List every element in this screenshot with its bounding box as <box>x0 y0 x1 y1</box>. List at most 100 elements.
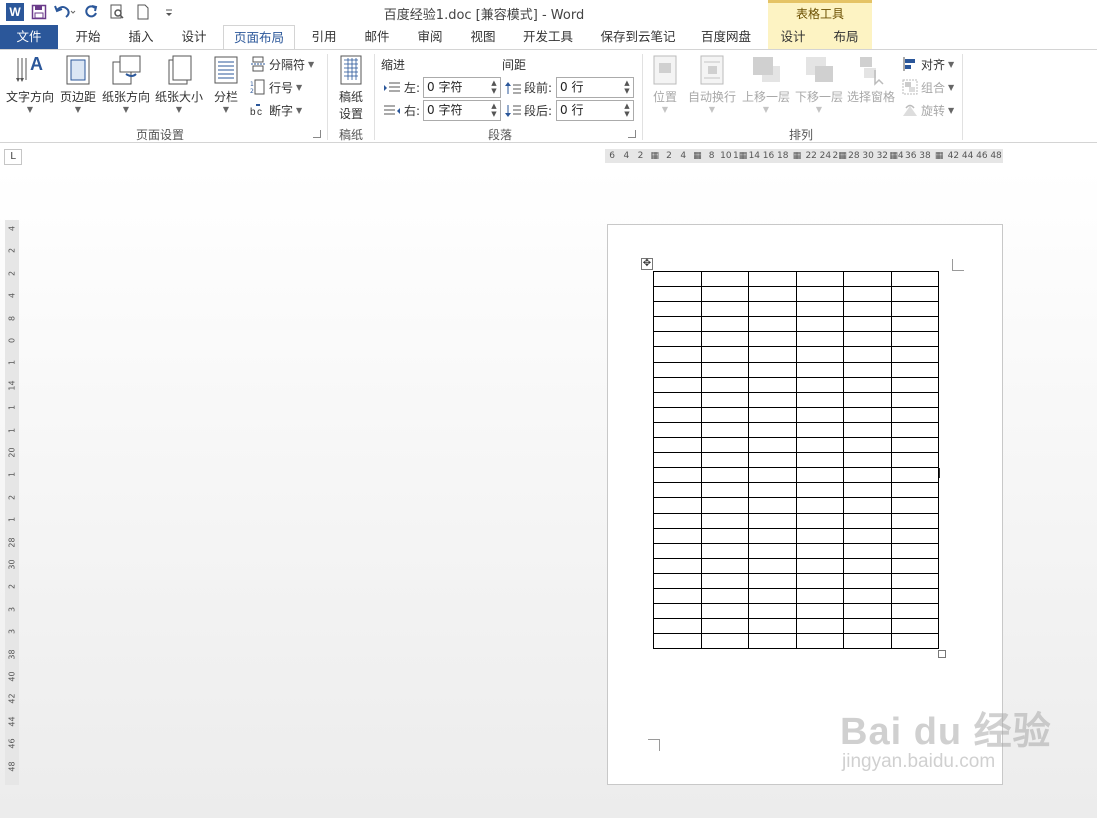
table-cell[interactable] <box>795 482 844 499</box>
table-cell[interactable] <box>700 512 749 529</box>
tab-design[interactable]: 设计 <box>172 25 216 49</box>
table-cell[interactable] <box>653 467 702 484</box>
table-cell[interactable] <box>843 603 892 620</box>
table-cell[interactable] <box>748 270 797 288</box>
table-cell[interactable] <box>795 270 844 288</box>
table-cell[interactable] <box>700 301 749 318</box>
tab-stop-selector[interactable]: L <box>4 149 22 165</box>
rotate-button[interactable]: 旋转 ▼ <box>902 100 954 120</box>
spacing-after-input[interactable]: 0 行 ▲ ▼ <box>556 100 634 121</box>
spin-arrows-icon[interactable]: ▲ ▼ <box>623 79 631 96</box>
table-cell[interactable] <box>700 633 749 650</box>
indent-left-input[interactable]: 0 字符 ▲ ▼ <box>423 77 501 98</box>
table-cell[interactable] <box>653 286 702 303</box>
document-table[interactable] <box>653 270 939 650</box>
table-cell[interactable] <box>748 286 797 303</box>
wrap-text-button[interactable]: 自动换行 ▼ <box>686 54 738 115</box>
vertical-ruler[interactable]: 4 2 2 4 8 0 1 14 1 1 20 1 2 1 28 30 2 3 3 38 40 42 44 46 48 <box>5 220 19 785</box>
table-cell[interactable] <box>748 361 797 378</box>
table-cell[interactable] <box>795 618 844 635</box>
table-cell[interactable] <box>890 618 939 635</box>
table-cell[interactable] <box>700 497 749 514</box>
table-cell[interactable] <box>748 512 797 529</box>
table-cell[interactable] <box>890 557 939 574</box>
table-cell[interactable] <box>890 376 939 393</box>
table-cell[interactable] <box>653 482 702 499</box>
table-cell[interactable] <box>700 361 749 378</box>
table-cell[interactable] <box>890 527 939 544</box>
table-cell[interactable] <box>653 437 702 454</box>
table-cell[interactable] <box>890 361 939 378</box>
table-cell[interactable] <box>748 603 797 620</box>
position-button[interactable]: 位置 ▼ <box>648 54 682 115</box>
table-cell[interactable] <box>843 527 892 544</box>
table-cell[interactable] <box>843 557 892 574</box>
table-cell[interactable] <box>748 618 797 635</box>
table-cell[interactable] <box>653 603 702 620</box>
table-cell[interactable] <box>748 452 797 469</box>
table-cell[interactable] <box>748 482 797 499</box>
table-move-handle-icon[interactable]: ✥ <box>641 258 653 270</box>
table-cell[interactable] <box>700 270 749 288</box>
table-cell[interactable] <box>700 572 749 589</box>
table-cell[interactable] <box>748 587 797 605</box>
table-cell[interactable] <box>748 527 797 544</box>
table-cell[interactable] <box>700 467 749 484</box>
tab-file[interactable]: 文件 <box>0 25 58 49</box>
table-cell[interactable] <box>653 633 702 650</box>
tab-developer[interactable]: 开发工具 <box>514 25 582 49</box>
table-cell[interactable] <box>795 587 844 605</box>
table-cell[interactable] <box>700 527 749 544</box>
spacing-before-input[interactable]: 0 行 ▲ ▼ <box>556 77 634 98</box>
table-cell[interactable] <box>748 572 797 589</box>
table-cell[interactable] <box>653 421 702 439</box>
table-cell[interactable] <box>890 603 939 620</box>
table-cell[interactable] <box>700 603 749 620</box>
table-cell[interactable] <box>748 542 797 559</box>
table-cell[interactable] <box>653 376 702 393</box>
table-cell[interactable] <box>700 406 749 423</box>
tab-baidu-netdisk[interactable]: 百度网盘 <box>694 25 758 49</box>
bring-forward-button[interactable]: 上移一层 ▼ <box>740 54 792 115</box>
manuscript-settings-button[interactable]: 稿纸 设置 <box>333 54 369 122</box>
table-cell[interactable] <box>700 286 749 303</box>
table-cell[interactable] <box>843 270 892 288</box>
table-cell[interactable] <box>653 512 702 529</box>
table-cell[interactable] <box>843 286 892 303</box>
table-cell[interactable] <box>748 633 797 650</box>
table-cell[interactable] <box>653 527 702 544</box>
table-cell[interactable] <box>700 587 749 605</box>
align-button[interactable]: 对齐 ▼ <box>902 54 954 74</box>
table-cell[interactable] <box>653 316 702 333</box>
tab-page-layout[interactable]: 页面布局 <box>223 25 295 50</box>
table-cell[interactable] <box>795 452 844 469</box>
table-cell[interactable] <box>843 633 892 650</box>
table-cell[interactable] <box>795 331 844 348</box>
table-cell[interactable] <box>795 316 844 333</box>
table-cell[interactable] <box>653 542 702 559</box>
table-cell[interactable] <box>890 421 939 439</box>
text-direction-button[interactable]: A 文字方向 ▼ <box>4 54 56 115</box>
table-cell[interactable] <box>843 452 892 469</box>
table-cell[interactable] <box>653 587 702 605</box>
orientation-button[interactable]: 纸张方向 ▼ <box>100 54 152 115</box>
spin-arrows-icon[interactable]: ▲ ▼ <box>490 79 498 96</box>
table-cell[interactable] <box>748 346 797 363</box>
table-cell[interactable] <box>653 301 702 318</box>
table-cell[interactable] <box>843 421 892 439</box>
send-backward-button[interactable]: 下移一层 ▼ <box>793 54 845 115</box>
tab-home[interactable]: 开始 <box>66 25 110 49</box>
table-cell[interactable] <box>700 482 749 499</box>
group-objects-button[interactable]: 组合 ▼ <box>902 77 954 97</box>
table-cell[interactable] <box>843 572 892 589</box>
table-cell[interactable] <box>700 542 749 559</box>
tab-review[interactable]: 审阅 <box>408 25 452 49</box>
table-cell[interactable] <box>795 391 844 408</box>
table-cell[interactable] <box>748 376 797 393</box>
table-cell[interactable] <box>748 467 797 484</box>
breaks-button[interactable]: 分隔符 ▼ <box>250 54 314 74</box>
indent-right-input[interactable]: 0 字符 ▲ ▼ <box>423 100 501 121</box>
spin-arrows-icon[interactable]: ▲ ▼ <box>490 102 498 119</box>
table-cell[interactable] <box>653 406 702 423</box>
page-setup-dialog-launcher-icon[interactable] <box>313 130 321 138</box>
